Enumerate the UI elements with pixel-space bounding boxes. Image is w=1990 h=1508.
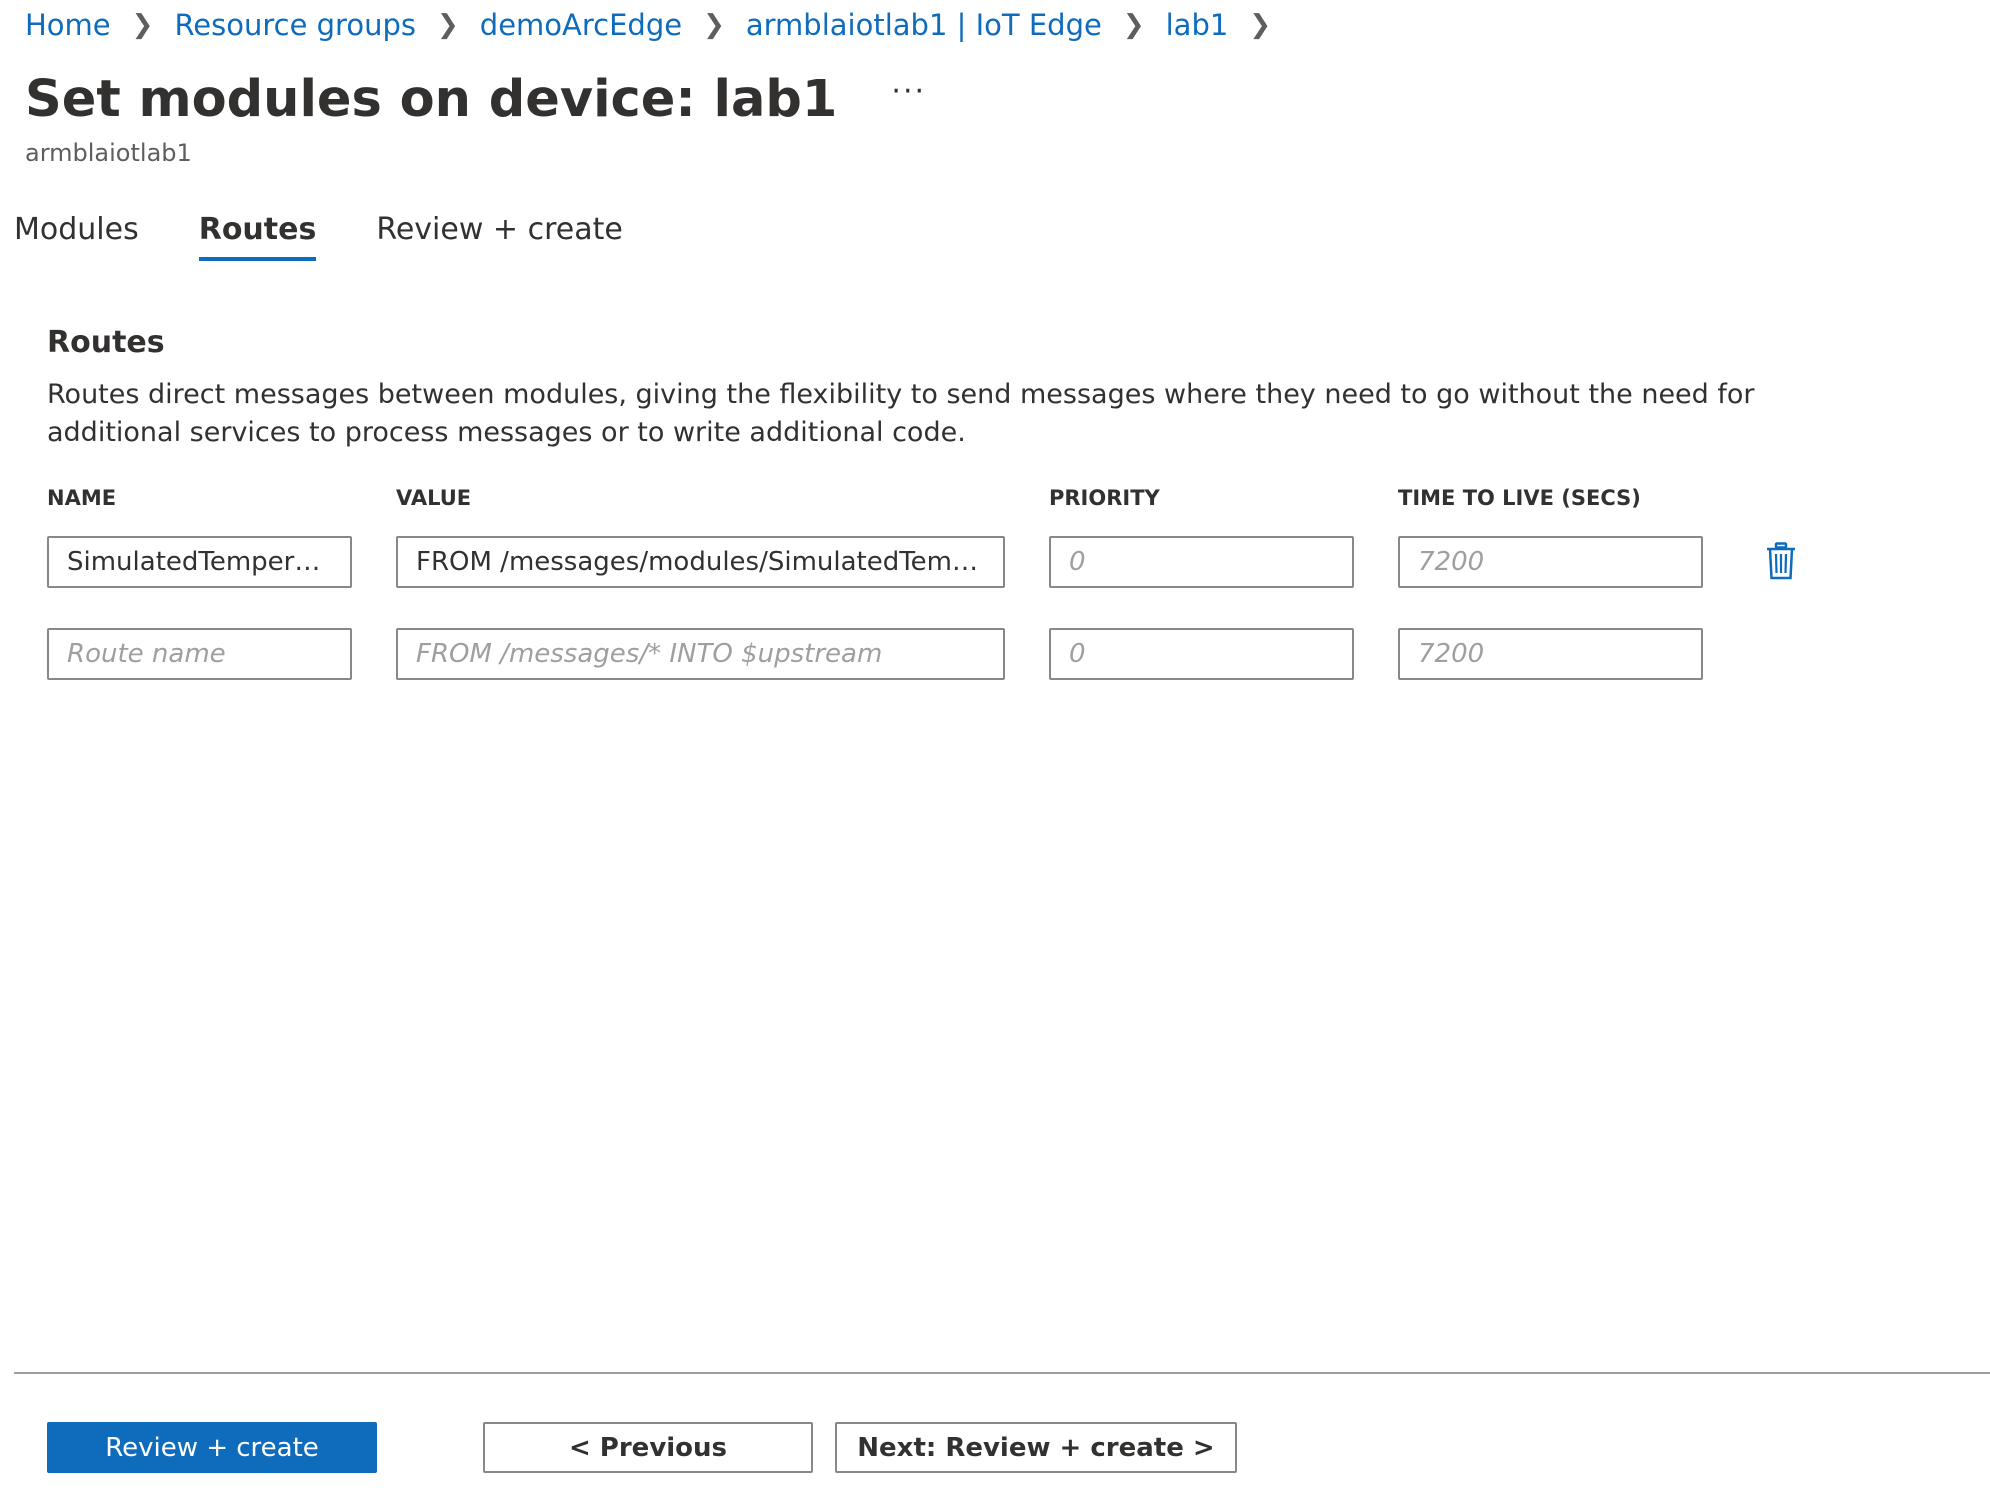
chevron-right-icon: ❯ [436, 10, 459, 40]
breadcrumb-iot-edge[interactable]: armblaiotlab1 | IoT Edge [746, 8, 1102, 42]
route-name-input[interactable] [47, 536, 352, 588]
new-route-name-input[interactable] [47, 628, 352, 680]
new-route-ttl-input[interactable] [1398, 628, 1703, 680]
chevron-right-icon: ❯ [1122, 10, 1145, 40]
tab-bar: Modules Routes Review + create [14, 212, 623, 261]
new-route-priority-input[interactable] [1049, 628, 1354, 680]
breadcrumb-home[interactable]: Home [25, 8, 111, 42]
breadcrumb-lab1[interactable]: lab1 [1166, 8, 1229, 42]
chevron-right-icon: ❯ [131, 10, 154, 40]
column-header-value: VALUE [396, 486, 472, 510]
review-create-button[interactable]: Review + create [47, 1422, 377, 1473]
breadcrumb-demoarcedge[interactable]: demoArcEdge [480, 8, 682, 42]
column-header-name: NAME [47, 486, 117, 510]
column-header-ttl: TIME TO LIVE (SECS) [1398, 486, 1641, 510]
page-subtitle: armblaiotlab1 [25, 139, 192, 167]
chevron-right-icon: ❯ [1249, 10, 1272, 40]
tab-review-create[interactable]: Review + create [376, 212, 622, 261]
route-value-input[interactable] [396, 536, 1005, 588]
breadcrumb: Home ❯ Resource groups ❯ demoArcEdge ❯ a… [25, 8, 1292, 42]
page-title: Set modules on device: lab1 [25, 70, 838, 129]
title-row: Set modules on device: lab1 ··· [25, 70, 926, 129]
route-ttl-input[interactable] [1398, 536, 1703, 588]
next-review-create-button[interactable]: Next: Review + create > [835, 1422, 1237, 1473]
routes-description: Routes direct messages between modules, … [47, 379, 1755, 448]
breadcrumb-resource-groups[interactable]: Resource groups [174, 8, 416, 42]
previous-button[interactable]: < Previous [483, 1422, 813, 1473]
routes-section-title: Routes [47, 325, 165, 360]
trash-icon [1767, 542, 1795, 580]
delete-route-button[interactable] [1760, 540, 1802, 582]
route-priority-input[interactable] [1049, 536, 1354, 588]
tab-modules[interactable]: Modules [14, 212, 139, 261]
column-header-priority: PRIORITY [1049, 486, 1160, 510]
new-route-value-input[interactable] [396, 628, 1005, 680]
footer-divider [14, 1372, 1990, 1374]
tab-routes[interactable]: Routes [198, 212, 316, 261]
more-options-button[interactable]: ··· [891, 74, 926, 109]
chevron-right-icon: ❯ [703, 10, 725, 40]
